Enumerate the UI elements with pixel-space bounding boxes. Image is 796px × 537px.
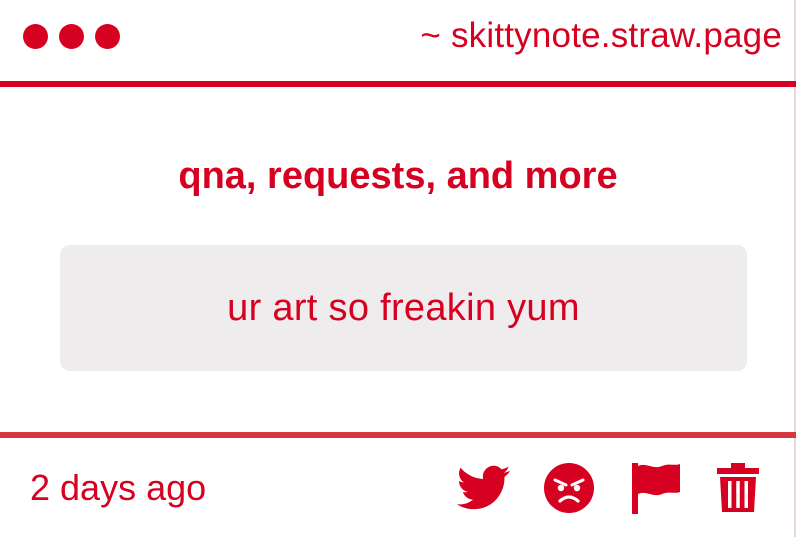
angry-face-icon[interactable]	[541, 460, 597, 516]
footer-divider	[0, 432, 796, 438]
page-title: qna, requests, and more	[178, 155, 618, 197]
window-titlebar: ~ skittynote.straw.page	[0, 0, 796, 82]
window-dot-3	[95, 24, 120, 49]
post-card: ~ skittynote.straw.page qna, requests, a…	[0, 0, 796, 537]
header-divider	[0, 81, 796, 87]
timestamp: 2 days ago	[30, 467, 207, 508]
window-dot-1	[23, 24, 48, 49]
site-url[interactable]: ~ skittynote.straw.page	[420, 16, 782, 56]
twitter-icon[interactable]	[456, 460, 512, 516]
message-text: ur art so freakin yum	[227, 286, 580, 329]
window-dot-2	[59, 24, 84, 49]
trash-icon[interactable]	[710, 460, 766, 516]
message-box: ur art so freakin yum	[60, 245, 747, 371]
flag-icon[interactable]	[627, 460, 683, 516]
